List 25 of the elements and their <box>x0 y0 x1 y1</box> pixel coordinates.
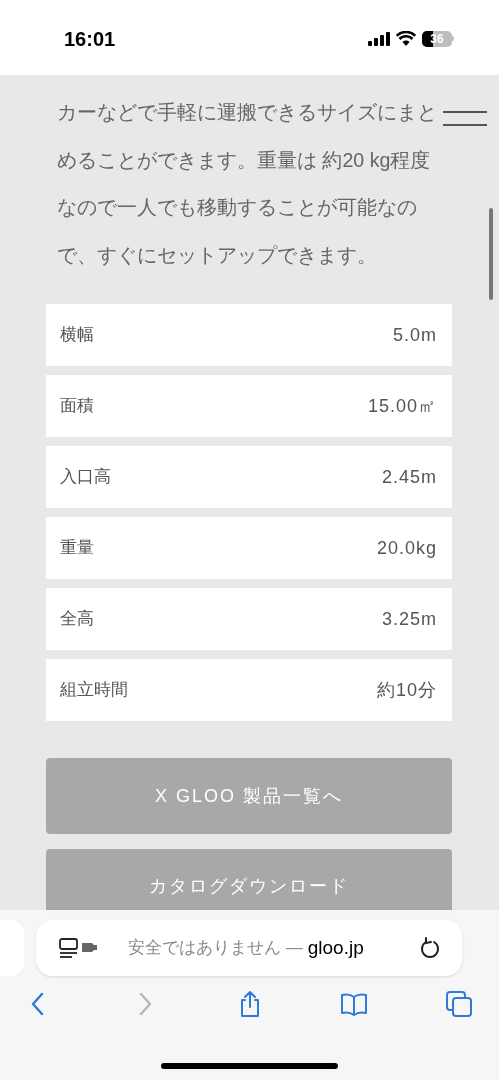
spec-value: 5.0m <box>392 323 437 347</box>
spec-value: 2.45m <box>381 465 437 489</box>
spec-label: 全高 <box>60 608 94 631</box>
spec-value: 3.25m <box>381 607 437 631</box>
spec-label: 面積 <box>60 395 94 418</box>
menu-icon[interactable] <box>443 111 487 126</box>
spec-label: 入口高 <box>60 466 111 489</box>
spec-value: 約10分 <box>376 678 437 702</box>
spec-label: 重量 <box>60 537 94 560</box>
address-bar[interactable]: 安全ではありません — gloo.jp <box>36 920 462 976</box>
spec-value: 15.00㎡ <box>367 394 437 418</box>
link-button[interactable]: X GLOO 製品一覧へ <box>46 758 452 834</box>
security-warning: 安全ではありません — <box>128 937 303 960</box>
wifi-icon <box>396 31 416 46</box>
reload-icon[interactable] <box>420 937 440 959</box>
status-time: 16:01 <box>64 26 116 52</box>
description-text: カーなどで手軽に運搬できるサイズにまとめることができます。重量は 約20 kg程度なので一人でも移動することが可能なので、すぐにセットアップできます。 <box>57 100 438 268</box>
book-icon[interactable] <box>340 990 369 1018</box>
signal-icon <box>368 31 390 46</box>
tabs-icon[interactable] <box>445 990 473 1018</box>
spec-value: 20.0kg <box>376 536 437 560</box>
spec-label: 組立時間 <box>60 679 128 702</box>
domain-text: gloo.jp <box>307 935 364 960</box>
link-button[interactable]: カタログダウンロード <box>46 849 452 910</box>
spec-label: 横幅 <box>60 324 94 347</box>
